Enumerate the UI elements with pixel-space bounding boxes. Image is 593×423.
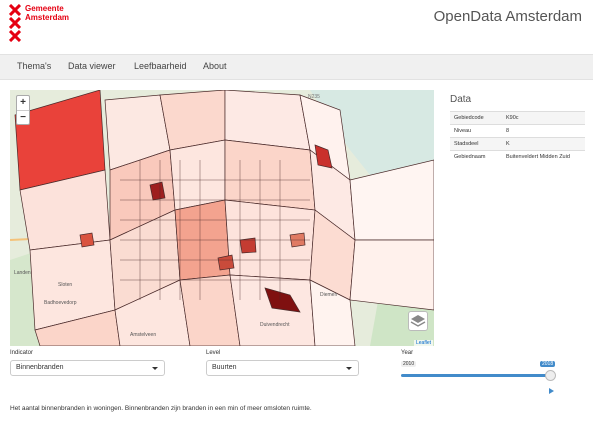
table-row: Gebiedcode K90c xyxy=(450,111,585,125)
site-title: OpenData Amsterdam xyxy=(433,8,582,25)
chevron-down-icon xyxy=(152,367,158,370)
data-table: Gebiedcode K90c Niveau 8 Stadsdeel K Geb… xyxy=(450,111,585,163)
place-label: Diemen xyxy=(320,292,337,298)
nav-item-data-viewer[interactable]: Data viewer xyxy=(68,61,116,71)
year-label: Year xyxy=(401,350,414,356)
table-cell-value: K90c xyxy=(502,111,585,125)
place-label: Landen xyxy=(14,270,31,276)
cross-icon xyxy=(9,17,21,29)
data-panel-title: Data xyxy=(450,94,472,105)
nav-item-leefbaarheid[interactable]: Leefbaarheid xyxy=(134,61,187,71)
place-label: Amstelveen xyxy=(130,332,156,338)
indicator-label: Indicator xyxy=(10,350,34,356)
gemeente-amsterdam-logo[interactable]: Gemeente Amsterdam xyxy=(9,4,79,44)
zoom-out-button[interactable]: − xyxy=(17,110,29,124)
logo-text: Gemeente Amsterdam xyxy=(25,4,69,22)
zoom-in-button[interactable]: + xyxy=(17,96,29,110)
header: Gemeente Amsterdam OpenData Amsterdam xyxy=(0,0,593,52)
table-cell-key: Gebiedcode xyxy=(450,111,502,125)
zoom-control: + − xyxy=(16,95,30,125)
road-label: N235 xyxy=(308,94,320,100)
table-row: Stadsdeel K xyxy=(450,137,585,151)
table-cell-key: Niveau xyxy=(450,124,502,138)
chevron-down-icon xyxy=(346,367,352,370)
navbar: Thema's Data viewer Leefbaarheid About xyxy=(0,54,593,80)
cross-icon xyxy=(9,30,21,42)
indicator-select-value: Binnenbranden xyxy=(16,364,64,371)
choropleth-map[interactable]: Sloten Badhoevedorp Amstelveen Duivendre… xyxy=(10,90,434,346)
table-row: Gebiednaam Buitenveldert Midden Zuid xyxy=(450,150,585,163)
place-label: Duivendrecht xyxy=(260,322,290,328)
nav-item-about[interactable]: About xyxy=(203,61,227,71)
indicator-description: Het aantal binnenbranden in woningen. Bi… xyxy=(10,405,312,412)
table-cell-key: Stadsdeel xyxy=(450,137,502,151)
year-slider-min-label: 2010 xyxy=(401,361,417,367)
level-label: Level xyxy=(206,350,221,356)
leaflet-attribution-link[interactable]: Leaflet xyxy=(413,340,433,346)
table-row: Niveau 8 xyxy=(450,124,585,138)
logo-text-line2: Amsterdam xyxy=(25,13,70,22)
table-cell-key: Gebiednaam xyxy=(450,150,502,163)
year-slider-track[interactable] xyxy=(401,374,551,377)
data-panel: Data Gebiedcode K90c Niveau 8 Stadsdeel … xyxy=(450,94,585,163)
map-canvas[interactable]: Sloten Badhoevedorp Amstelveen Duivendre… xyxy=(10,90,434,346)
cross-icon xyxy=(9,4,21,16)
play-icon[interactable] xyxy=(549,388,554,394)
nav-item-themas[interactable]: Thema's xyxy=(17,61,51,71)
level-select-value: Buurten xyxy=(212,364,237,371)
layers-control-button[interactable] xyxy=(408,311,428,331)
place-label: Sloten xyxy=(58,282,72,288)
place-label: Badhoevedorp xyxy=(44,300,77,306)
year-slider-value-label: 2018 xyxy=(540,361,556,367)
indicator-select[interactable]: Binnenbranden xyxy=(10,360,165,376)
table-cell-value: K xyxy=(502,137,585,151)
logo-text-line1: Gemeente xyxy=(25,4,64,13)
year-slider-handle[interactable] xyxy=(545,370,556,381)
table-cell-value: 8 xyxy=(502,124,585,138)
level-select[interactable]: Buurten xyxy=(206,360,359,376)
layers-icon xyxy=(410,315,426,327)
table-cell-value: Buitenveldert Midden Zuid xyxy=(502,150,585,163)
